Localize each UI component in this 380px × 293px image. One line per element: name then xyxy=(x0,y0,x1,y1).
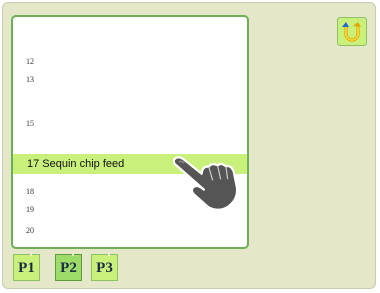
return-arrow-icon xyxy=(342,22,361,42)
page-button-label: P3 xyxy=(96,260,113,276)
page-button-p3[interactable]: P3 xyxy=(91,252,118,281)
page-button-p1[interactable]: P1 xyxy=(13,252,40,281)
page-button-p2[interactable]: P2 xyxy=(55,252,82,281)
list-item-label: 18 xyxy=(26,187,34,196)
list-item-20[interactable]: 20 xyxy=(13,220,247,240)
list-item-15[interactable]: 15 xyxy=(13,113,247,133)
list-item-label: 20 xyxy=(26,226,34,235)
list-item-label: 19 xyxy=(26,205,34,214)
hand-pointer-icon xyxy=(172,151,243,220)
list-item-label: 13 xyxy=(26,75,34,84)
page-button-marker xyxy=(30,252,32,256)
page-button-marker xyxy=(108,252,110,256)
page-button-marker xyxy=(72,252,74,256)
list-item-label: 17 Sequin chip feed xyxy=(27,158,125,170)
list-item-label: 15 xyxy=(26,119,34,128)
back-button[interactable] xyxy=(337,17,367,46)
list-item-label: 12 xyxy=(26,57,34,66)
page-button-label: P2 xyxy=(60,260,77,276)
list-item-13[interactable]: 13 xyxy=(13,69,247,89)
list-item-12[interactable]: 12 xyxy=(13,51,247,71)
page-button-label: P1 xyxy=(18,260,35,276)
machine-screen: 12 13 15 17 Sequin chip feed 18 19 20 P1… xyxy=(2,2,376,289)
